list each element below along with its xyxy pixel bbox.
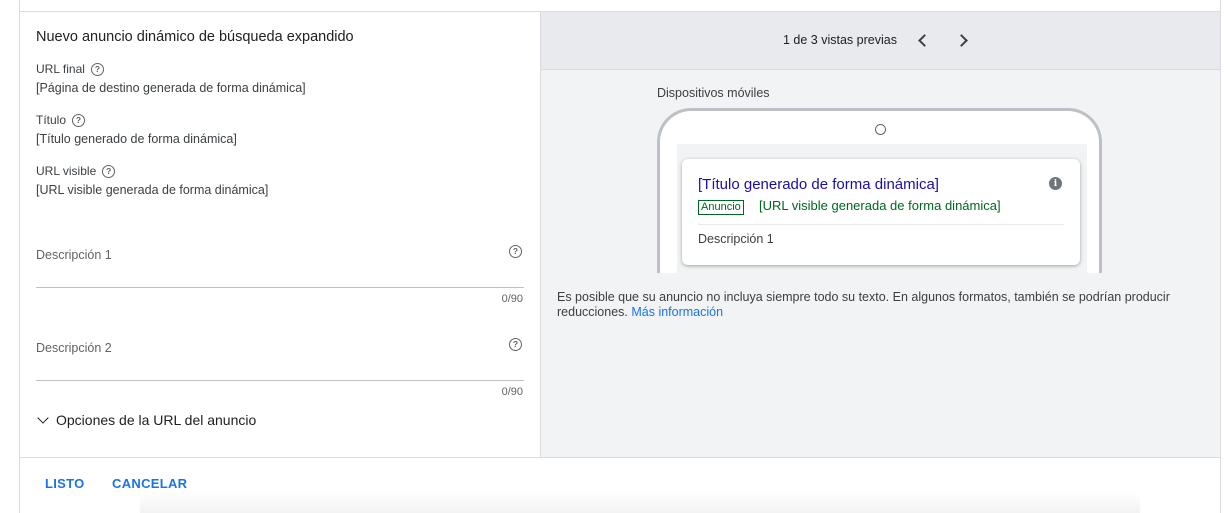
input-underline [36,380,524,381]
chevron-down-icon [37,412,49,424]
mobile-phone-frame: [Título generado de forma dinámica] i An… [657,108,1102,273]
phone-camera-icon [875,124,886,135]
description-1-label: Descripción 1 [36,248,112,262]
display-url-label: URL visible [36,164,97,178]
preview-toolbar: 1 de 3 vistas previas [541,12,1220,70]
done-button[interactable]: LISTO [45,476,85,491]
description-1-input[interactable]: Descripción 1 ? [36,238,524,288]
chevron-left-icon [918,33,931,47]
headline-label: Título [36,113,67,127]
ad-editor-dialog: Nuevo anuncio dinámico de búsqueda expan… [19,0,1221,513]
previous-preview-button[interactable] [915,32,931,48]
page-gutter [0,0,19,513]
form-title: Nuevo anuncio dinámico de búsqueda expan… [36,29,354,45]
description-2-input[interactable]: Descripción 2 ? [36,331,524,381]
more-info-link[interactable]: Más información [631,305,723,319]
ad-description: Descripción 1 [698,232,774,246]
ad-editor-form: Nuevo anuncio dinámico de búsqueda expan… [20,12,541,458]
ad-badge: Anuncio [698,200,744,215]
truncation-notice: Es posible que su anuncio no incluya sie… [557,290,1207,320]
final-url-label-row: URL final ? [36,62,104,76]
help-circle-icon[interactable]: ? [509,245,522,258]
ad-display-url: [URL visible generada de forma dinámica] [759,198,1001,213]
help-circle-icon[interactable]: ? [509,338,522,351]
card-divider [698,224,1064,225]
final-url-value: [Página de destino generada de forma din… [36,81,306,95]
preview-pager-text: 1 de 3 vistas previas [783,33,897,47]
ad-preview-panel: 1 de 3 vistas previas Dispositivos móvil… [541,12,1220,458]
info-icon[interactable]: i [1049,177,1062,190]
next-preview-button[interactable] [955,32,971,48]
help-circle-icon[interactable]: ? [90,62,104,76]
cancel-button[interactable]: CANCELAR [112,476,187,491]
help-circle-icon[interactable]: ? [72,113,86,127]
ad-headline: [Título generado de forma dinámica] [698,176,939,193]
input-underline [36,287,524,288]
description-2-label: Descripción 2 [36,341,112,355]
url-options-label: Opciones de la URL del anuncio [56,412,257,428]
final-url-label: URL final [36,62,85,76]
description-2-counter: 0/90 [501,386,523,398]
dialog-top-divider [20,0,1220,12]
url-options-toggle[interactable]: Opciones de la URL del anuncio [36,412,256,428]
headline-label-row: Título ? [36,113,86,127]
phone-screen: [Título generado de forma dinámica] i An… [677,144,1087,273]
help-circle-icon[interactable]: ? [102,164,116,178]
display-url-label-row: URL visible ? [36,164,116,178]
description-1-counter: 0/90 [501,293,523,305]
chevron-right-icon [955,33,968,47]
device-label: Dispositivos móviles [657,86,770,100]
ad-preview-card: [Título generado de forma dinámica] i An… [682,159,1080,265]
headline-value: [Título generado de forma dinámica] [36,132,237,146]
footer-divider [20,457,1220,458]
display-url-value: [URL visible generada de forma dinámica] [36,183,269,197]
bottom-shadow [140,492,1140,513]
